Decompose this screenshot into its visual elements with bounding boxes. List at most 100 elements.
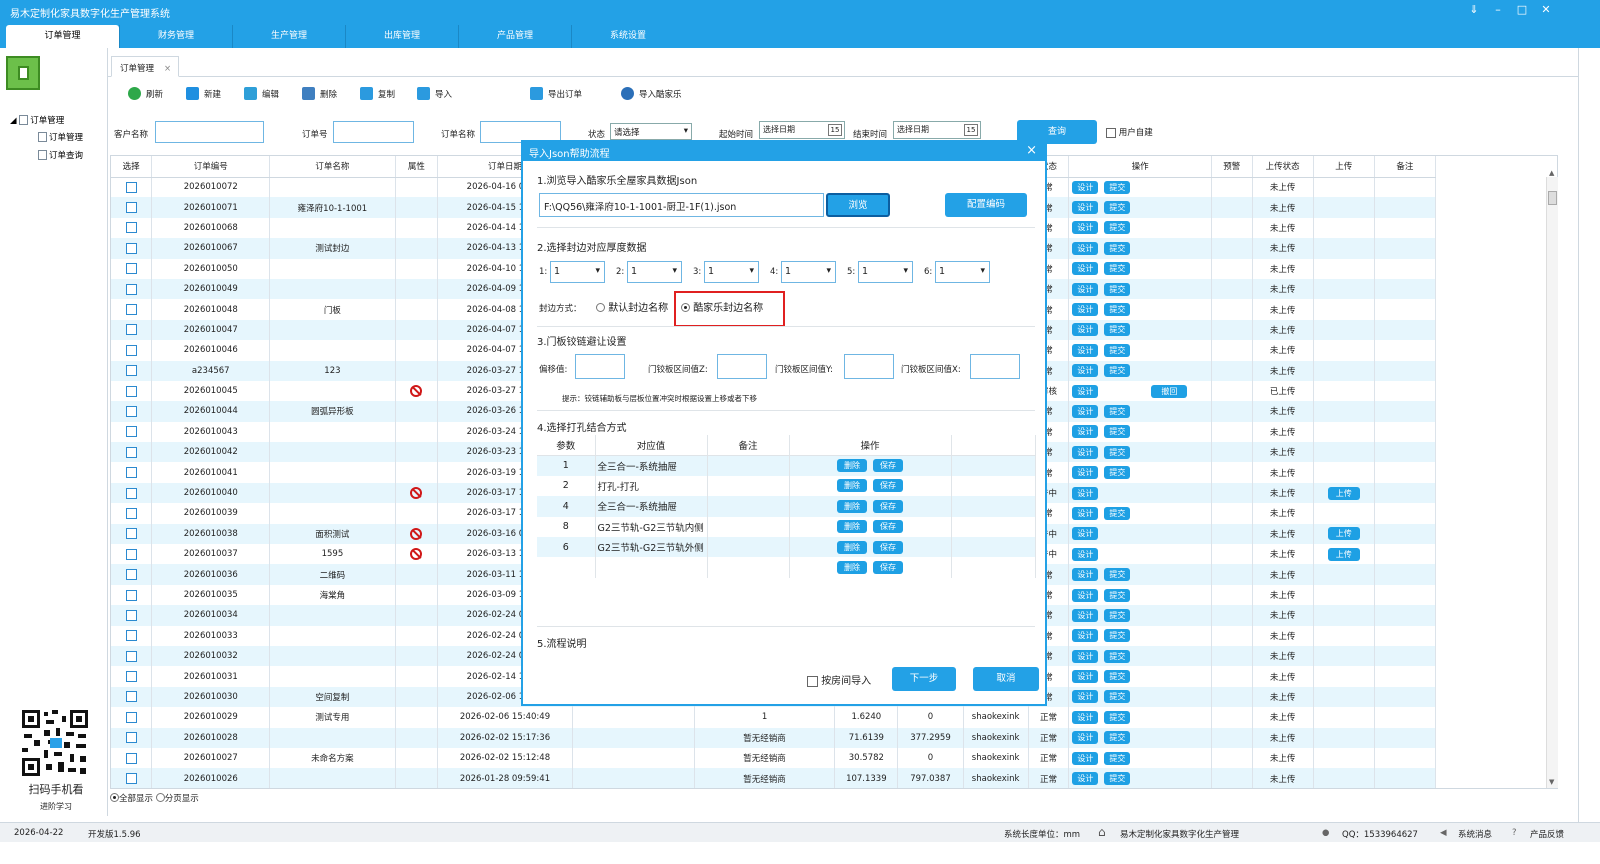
param-remark-cell[interactable] [707,496,790,517]
submit-button[interactable]: 提交 [1104,568,1131,582]
submit-button[interactable]: 提交 [1104,445,1131,459]
row-checkbox[interactable] [125,650,137,662]
export-order-button[interactable]: 导出订单 [530,87,582,100]
param-remark-cell[interactable] [707,455,790,476]
design-button[interactable]: 设计 [1072,710,1099,724]
radio-dot[interactable] [110,793,119,802]
grid-col-header[interactable]: 上传状态 [1252,156,1314,178]
design-button[interactable]: 设计 [1072,588,1099,602]
menu-tab-settings[interactable]: 系统设置 [571,25,684,48]
withdraw-button[interactable]: 撤回 [1151,384,1188,398]
submit-button[interactable]: 提交 [1104,629,1131,643]
design-button[interactable]: 设计 [1072,241,1099,255]
row-checkbox[interactable] [125,385,137,397]
grid-col-header[interactable]: 选择 [111,156,153,178]
scroll-up-icon[interactable]: ▲ [1549,169,1554,177]
radio-default-edge[interactable]: 默认封边名称 [596,299,668,314]
menu-dropdown-icon[interactable]: ⇓ [1466,3,1482,16]
design-button[interactable]: 设计 [1072,568,1099,582]
design-button[interactable]: 设计 [1072,343,1099,357]
start-date-picker[interactable]: 选择日期 15 [759,121,845,139]
by-room-checkbox[interactable]: 按房间导入 [807,672,871,687]
hinge-z-input[interactable] [717,354,767,379]
grid-col-header[interactable]: 属性 [395,156,439,178]
row-checkbox[interactable] [125,324,137,336]
param-row[interactable]: 2 打孔-打孔 删除 保存 [537,475,1036,497]
browse-button[interactable]: 浏览 [826,193,890,217]
row-checkbox[interactable] [125,691,137,703]
submit-button[interactable]: 提交 [1104,710,1131,724]
row-checkbox[interactable] [125,752,137,764]
submit-button[interactable]: 提交 [1104,425,1131,439]
design-button[interactable]: 设计 [1072,323,1099,337]
save-row-button[interactable]: 保存 [873,499,903,513]
grid-col-header[interactable]: 上传 [1313,156,1375,178]
menu-tab-order[interactable]: 订单管理 [6,25,119,48]
design-button[interactable]: 设计 [1072,731,1099,745]
calendar-icon[interactable]: 15 [828,124,842,136]
submit-button[interactable]: 提交 [1104,466,1131,480]
row-checkbox[interactable] [125,528,137,540]
submit-button[interactable]: 提交 [1104,690,1131,704]
config-code-button[interactable]: 配置编码 [945,193,1027,217]
submit-button[interactable]: 提交 [1104,751,1131,765]
design-button[interactable]: 设计 [1072,180,1099,194]
submit-button[interactable]: 提交 [1104,608,1131,622]
hinge-x-input[interactable] [970,354,1020,379]
row-checkbox[interactable] [125,202,137,214]
design-button[interactable]: 设计 [1072,425,1099,439]
table-row[interactable]: 2026010028 2026-02-02 15:17:36 暂无经销商 71.613… [111,727,1437,748]
design-button[interactable]: 设计 [1072,629,1099,643]
param-row[interactable]: 1 全三合一-系统抽屉 删除 保存 [537,455,1036,476]
row-checkbox[interactable] [125,446,137,458]
delete-row-button[interactable]: 删除 [837,459,867,473]
param-value-cell[interactable]: 全三合一-系统抽屉 [595,496,708,517]
design-button[interactable]: 设计 [1072,649,1099,663]
tab-order-manage[interactable]: 订单管理 × [111,56,179,77]
radio-show-all[interactable]: 全部显示 [110,793,153,804]
row-checkbox[interactable] [125,304,137,316]
param-value-cell[interactable] [595,557,708,578]
edge-3-select[interactable]: 1 [704,261,759,283]
submit-button[interactable]: 提交 [1104,262,1131,276]
design-button[interactable]: 设计 [1072,772,1099,786]
file-path-input[interactable]: F:\QQ56\雍泽府10-1-1001-厨卫-1F(1).json [539,193,824,217]
design-button[interactable]: 设计 [1072,445,1099,459]
self-created-checkbox[interactable]: 用户自建 [1106,126,1153,138]
param-row[interactable]: 6 G2三节轨-G2三节轨外侧 删除 保存 [537,536,1036,558]
grid-col-header[interactable]: 预警 [1211,156,1253,178]
import-button[interactable]: 导入 [417,87,452,100]
table-row[interactable]: 2026010029 测试专用 2026-02-06 15:40:49 1 1.6240… [111,707,1437,728]
design-button[interactable]: 设计 [1072,404,1099,418]
row-checkbox[interactable] [125,507,137,519]
feedback-link[interactable]: 产品反馈 [1530,828,1564,840]
calendar-icon[interactable]: 15 [964,124,978,136]
row-checkbox[interactable] [125,487,137,499]
new-button[interactable]: 新建 [186,87,221,100]
submit-button[interactable]: 提交 [1104,282,1131,296]
delete-row-button[interactable]: 删除 [837,479,867,493]
design-button[interactable]: 设计 [1072,608,1099,622]
refresh-button[interactable]: 刷新 [128,87,163,100]
submit-button[interactable]: 提交 [1104,588,1131,602]
radio-dot[interactable] [681,303,690,312]
row-checkbox[interactable] [125,630,137,642]
design-button[interactable]: 设计 [1072,262,1099,276]
minimize-icon[interactable]: – [1490,3,1506,16]
submit-button[interactable]: 提交 [1104,404,1131,418]
param-row[interactable]: 删除 保存 [537,557,1036,578]
menu-tab-product[interactable]: 产品管理 [458,25,571,48]
next-button[interactable]: 下一步 [892,667,956,691]
submit-button[interactable]: 提交 [1104,221,1131,235]
row-checkbox[interactable] [125,569,137,581]
upload-button[interactable]: 上传 [1327,486,1360,500]
system-message-link[interactable]: 系统消息 [1458,828,1492,840]
submit-button[interactable]: 提交 [1104,323,1131,337]
row-checkbox[interactable] [125,222,137,234]
row-checkbox[interactable] [125,773,137,785]
row-checkbox[interactable] [125,344,137,356]
param-value-cell[interactable]: G2三节轨-G2三节轨外侧 [595,536,708,558]
close-tab-icon[interactable]: × [164,64,171,74]
checkbox-box[interactable] [1106,127,1116,138]
table-row[interactable]: 2026010027 未命名方案 2026-02-02 15:12:48 暂无经销商 3… [111,747,1437,769]
